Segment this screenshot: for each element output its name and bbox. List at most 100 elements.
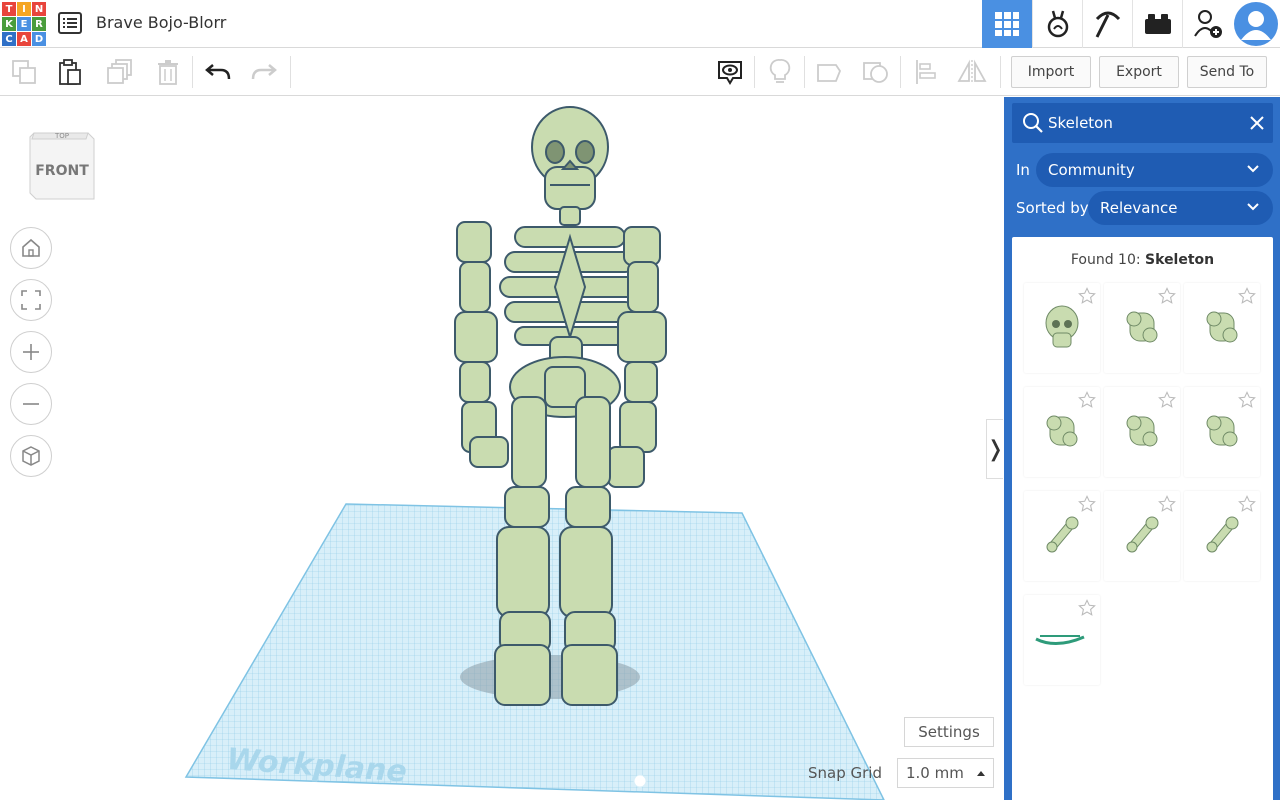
logo-letter: C [2, 32, 16, 46]
send-to-button[interactable]: Send To [1187, 56, 1267, 88]
thumbnail [1192, 505, 1252, 569]
duplicate-button[interactable] [96, 48, 144, 96]
cube-icon [22, 446, 40, 466]
logo-letter: I [17, 2, 31, 16]
group-button[interactable] [806, 48, 854, 96]
3d-design-grid-button[interactable] [982, 0, 1032, 48]
thumbnail [1192, 401, 1252, 465]
logo-letter: T [2, 2, 16, 16]
codeblocks-button[interactable] [1082, 0, 1132, 48]
close-icon[interactable] [1249, 115, 1265, 131]
thumbnail [1112, 297, 1172, 361]
paste-button[interactable] [46, 48, 94, 96]
result-card-foot-part[interactable] [1104, 387, 1180, 477]
sort-dropdown[interactable]: Relevance [1088, 191, 1273, 225]
redo-icon [251, 64, 277, 80]
logo-letter: N [32, 2, 46, 16]
circuits-button[interactable] [1032, 0, 1082, 48]
perspective-button[interactable] [10, 435, 52, 477]
search-input[interactable]: Skeleton [1012, 103, 1273, 143]
show-all-button[interactable] [706, 48, 754, 96]
minus-icon [23, 403, 39, 405]
logo-letter: R [32, 17, 46, 31]
delete-button[interactable] [144, 48, 192, 96]
toolbar: Import Export Send To [0, 48, 1280, 96]
logo-letter: E [17, 17, 31, 31]
circuits-icon [1047, 10, 1068, 38]
import-button[interactable]: Import [1011, 56, 1091, 88]
result-card-bone-2[interactable] [1104, 491, 1180, 581]
result-card-torso-part[interactable] [1184, 283, 1260, 373]
design-title[interactable]: Brave Bojo-Blorr [96, 13, 226, 32]
toolbar-separator [1000, 56, 1001, 88]
thumbnail [1032, 609, 1092, 673]
logo-letter: D [32, 32, 46, 46]
toolbar-separator [290, 56, 291, 88]
pickaxe-icon [1095, 11, 1120, 38]
invite-user-button[interactable] [1182, 0, 1232, 48]
chevron-down-icon [1247, 203, 1259, 211]
align-button[interactable] [902, 48, 950, 96]
bricks-button[interactable] [1132, 0, 1182, 48]
result-card-skull[interactable] [1024, 283, 1100, 373]
brick-icon [1144, 14, 1171, 34]
undo-button[interactable] [194, 48, 242, 96]
user-avatar[interactable] [1232, 0, 1280, 48]
ungroup-button[interactable] [852, 48, 900, 96]
group-icon [817, 64, 842, 82]
result-card-bone-3[interactable] [1184, 491, 1260, 581]
thumbnail [1032, 401, 1092, 465]
result-card-rib-part[interactable] [1104, 283, 1180, 373]
mirror-button[interactable] [948, 48, 996, 96]
snap-grid-select[interactable]: 1.0 mm [897, 758, 994, 788]
mirror-icon [957, 59, 987, 84]
tinkercad-logo[interactable]: TIN KER CAD [0, 0, 46, 46]
thumbnail [1032, 505, 1092, 569]
zoom-out-button[interactable] [10, 383, 52, 425]
settings-button[interactable]: Settings [904, 717, 994, 747]
notes-button[interactable] [756, 48, 804, 96]
sort-value: Relevance [1100, 199, 1178, 217]
toolbar-separator [900, 56, 901, 88]
result-card-hand-part-2[interactable] [1184, 387, 1260, 477]
toolbar-separator [804, 56, 805, 88]
ungroup-icon [863, 62, 888, 83]
trash-icon [158, 60, 178, 85]
results-count: Found 10: Skeleton [1070, 252, 1215, 268]
result-card-hand-part[interactable] [1024, 387, 1100, 477]
home-icon [22, 238, 40, 257]
result-card-spine[interactable] [1024, 595, 1100, 685]
export-button[interactable]: Export [1099, 56, 1179, 88]
chevron-down-icon [1247, 165, 1259, 173]
eye-bubble-icon [718, 61, 742, 85]
thumbnail [1192, 297, 1252, 361]
view-cube[interactable]: TOP FRONT [28, 127, 96, 207]
shapes-panel: Skeleton In Community Sorted by Relevanc… [1004, 97, 1280, 800]
align-icon [916, 60, 936, 84]
collapse-panel-button[interactable]: ❭ [986, 419, 1003, 479]
toolbar-separator [192, 56, 193, 88]
design-menu-icon[interactable] [58, 12, 82, 34]
thumbnail [1112, 505, 1172, 569]
add-user-icon [1193, 10, 1222, 38]
grid-icon [995, 12, 1019, 36]
search-query: Skeleton [1048, 114, 1113, 132]
fit-icon [21, 290, 41, 310]
snap-grid-value: 1.0 mm [906, 764, 964, 782]
duplicate-icon [107, 59, 132, 84]
category-dropdown[interactable]: Community [1036, 153, 1273, 187]
zoom-in-button[interactable] [10, 331, 52, 373]
home-view-button[interactable] [10, 227, 52, 269]
category-value: Community [1048, 161, 1135, 179]
search-results: Found 10: Skeleton [1012, 237, 1273, 800]
paste-icon [59, 59, 81, 85]
fit-view-button[interactable] [10, 279, 52, 321]
result-card-bone[interactable] [1024, 491, 1100, 581]
workplane-canvas[interactable]: Workplane TOP FRONT ❭ Settings Snap Grid… [0, 97, 1003, 800]
copy-button[interactable] [0, 48, 48, 96]
redo-button[interactable] [240, 48, 288, 96]
viewcube-top-label: TOP [54, 132, 69, 140]
lightbulb-icon [769, 59, 791, 83]
top-bar: TIN KER CAD Brave Bojo-Blorr [0, 0, 1280, 48]
snap-grid-label: Snap Grid [808, 764, 882, 782]
